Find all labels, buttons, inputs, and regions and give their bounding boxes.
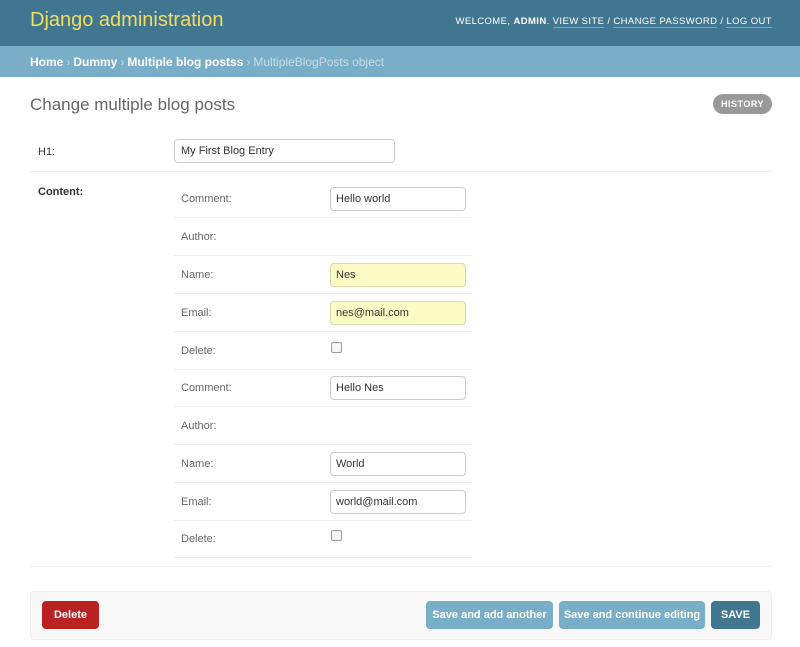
- comment-label: Comment:: [181, 382, 232, 394]
- user-tools: Welcome, admin. View site / Change passwor…: [455, 16, 772, 28]
- email-input[interactable]: world@mail.com: [330, 490, 466, 514]
- content-label: Content:: [38, 186, 84, 198]
- breadcrumb-current: MultipleBlogPosts object: [253, 55, 385, 69]
- h1-input[interactable]: My First Blog Entry: [174, 139, 395, 163]
- submit-row: Delete Save and add another Save and con…: [30, 591, 772, 640]
- save-and-continue-button[interactable]: Save and continue editing: [559, 601, 705, 629]
- save-button[interactable]: SAVE: [711, 601, 760, 629]
- name-input[interactable]: Nes: [330, 263, 466, 287]
- author-label: Author:: [181, 231, 217, 243]
- name-label: Name:: [181, 269, 214, 281]
- author-label: Author:: [181, 420, 217, 432]
- name-label: Name:: [181, 458, 214, 470]
- email-row: Email: nes@mail.com: [174, 294, 472, 332]
- delete-checkbox[interactable]: [331, 530, 342, 541]
- delete-label: Delete:: [181, 345, 216, 357]
- author-row: Author:: [174, 407, 472, 445]
- h1-label: H1:: [38, 146, 56, 158]
- comment-row: Comment: Hello world: [174, 180, 472, 218]
- breadcrumb-model[interactable]: Multiple blog postss: [127, 55, 243, 69]
- email-label: Email:: [181, 496, 212, 508]
- breadcrumb: Home › Dummy › Multiple blog postss › Multiple…: [0, 46, 800, 77]
- comment-input[interactable]: Hello world: [330, 187, 466, 211]
- breadcrumb-arrow: ›: [120, 55, 125, 69]
- delete-checkbox[interactable]: [331, 342, 342, 353]
- name-row: Name: World: [174, 445, 472, 483]
- delete-label: Delete:: [181, 533, 216, 545]
- email-label: Email:: [181, 307, 212, 319]
- email-input[interactable]: nes@mail.com: [330, 301, 466, 325]
- history-button[interactable]: History: [713, 94, 772, 114]
- name-row: Name: Nes: [174, 256, 472, 294]
- divider: [30, 566, 772, 567]
- name-input[interactable]: World: [330, 452, 466, 476]
- author-row: Author:: [174, 218, 472, 256]
- save-and-add-another-button[interactable]: Save and add another: [426, 601, 553, 629]
- delete-button[interactable]: Delete: [42, 601, 99, 629]
- log-out-link[interactable]: Log out: [726, 16, 772, 28]
- welcome-text: Welcome,: [455, 16, 511, 27]
- comment-row: Comment: Hello Nes: [174, 369, 472, 407]
- header: Django administration Welcome, admin. Vi…: [0, 0, 800, 46]
- breadcrumb-home[interactable]: Home: [30, 55, 63, 69]
- change-password-link[interactable]: Change password: [613, 16, 718, 28]
- delete-row: Delete:: [174, 332, 472, 370]
- view-site-link[interactable]: View site: [552, 16, 605, 28]
- comment-input[interactable]: Hello Nes: [330, 376, 466, 400]
- comment-label: Comment:: [181, 193, 232, 205]
- site-branding[interactable]: Django administration: [30, 9, 223, 32]
- divider: [30, 171, 772, 172]
- delete-row: Delete:: [174, 520, 472, 558]
- username: admin: [513, 16, 547, 27]
- email-row: Email: world@mail.com: [174, 483, 472, 521]
- breadcrumb-arrow: ›: [246, 55, 251, 69]
- breadcrumb-app[interactable]: Dummy: [73, 55, 117, 69]
- page-title: Change multiple blog posts: [30, 95, 236, 114]
- breadcrumb-arrow: ›: [66, 55, 71, 69]
